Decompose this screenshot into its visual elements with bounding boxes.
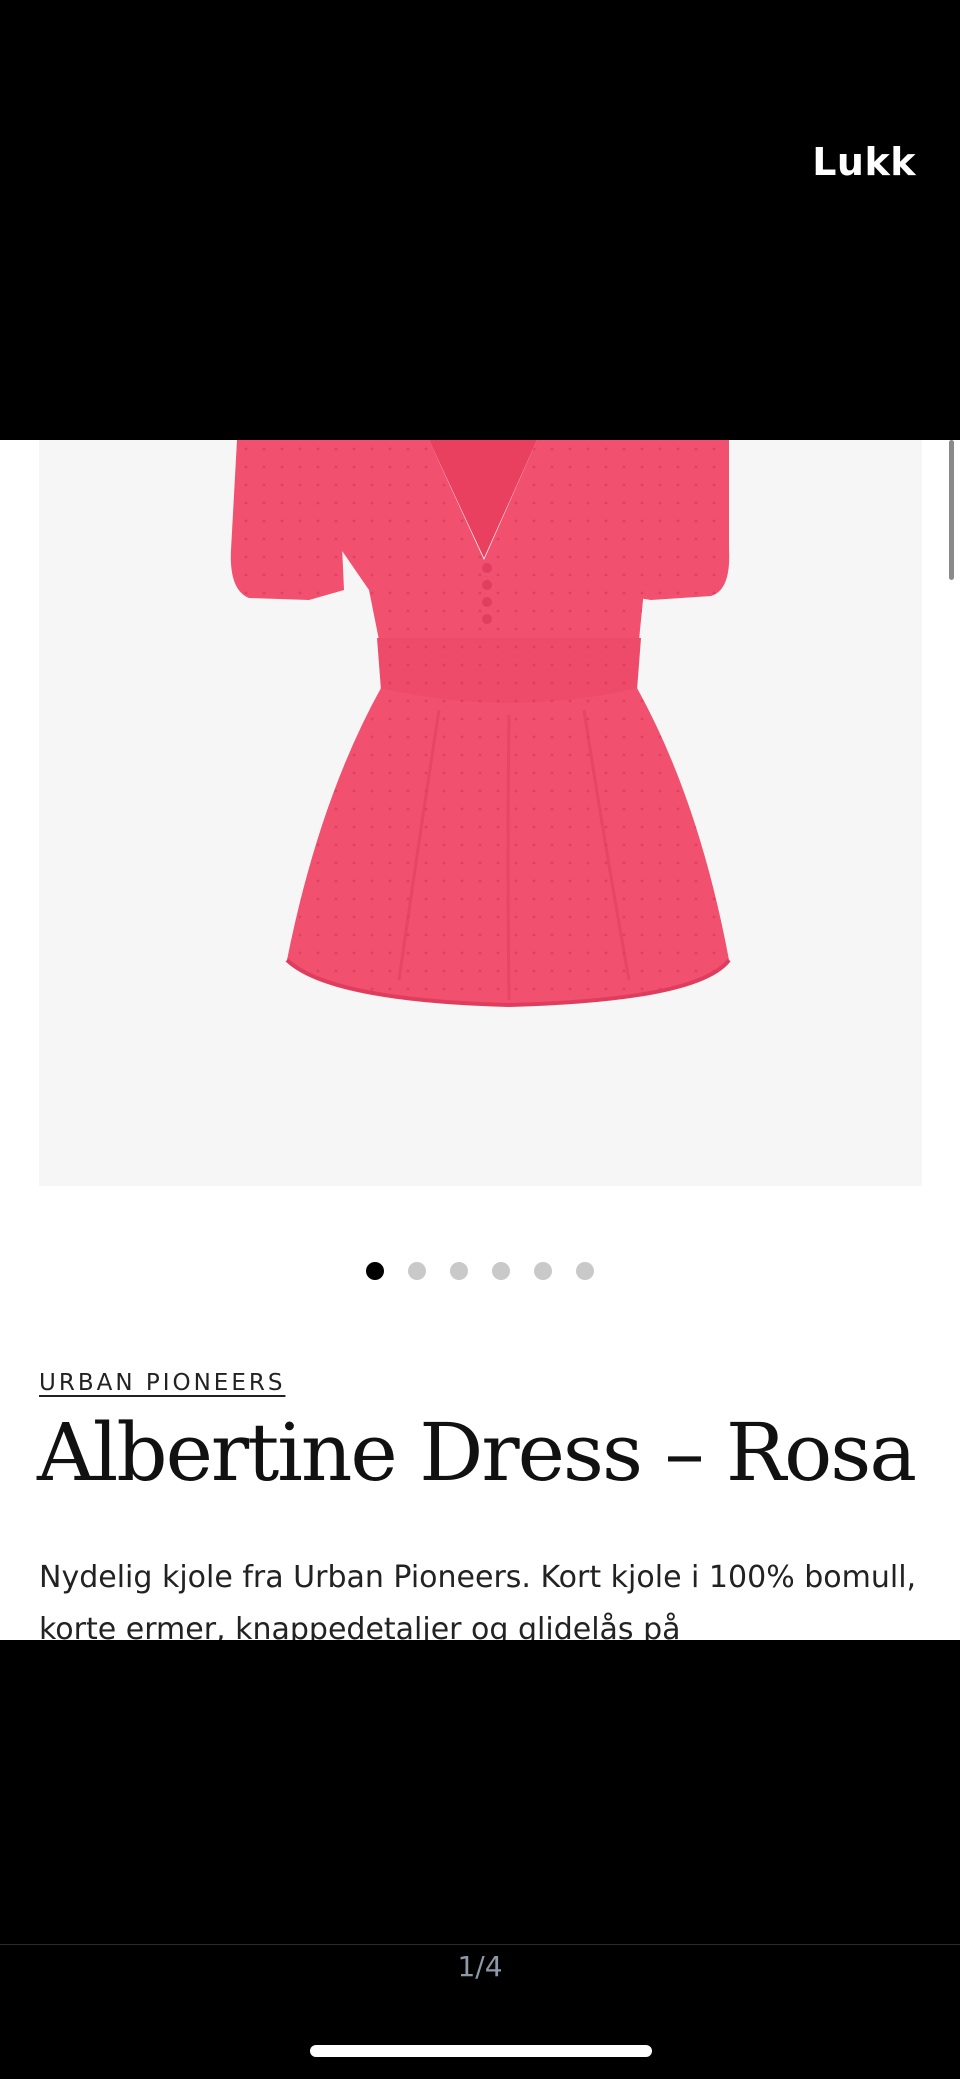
page-counter: 1/4 xyxy=(457,1950,503,1983)
close-button[interactable]: Lukk xyxy=(812,140,916,184)
dress-illustration xyxy=(230,440,731,1008)
carousel-dot-1[interactable] xyxy=(366,1262,384,1280)
product-page[interactable]: URBAN PIONEERS Albertine Dress – Rosa Ny… xyxy=(0,440,960,1640)
product-description: Nydelig kjole fra Urban Pioneers. Kort k… xyxy=(39,1560,917,1640)
viewer-bottom-bar: 1/4 xyxy=(0,1640,960,2079)
brand-link[interactable]: URBAN PIONEERS xyxy=(39,1370,285,1396)
viewer-top-bar: Lukk xyxy=(0,0,960,440)
carousel-dot-3[interactable] xyxy=(450,1262,468,1280)
scrollbar[interactable] xyxy=(949,440,954,580)
carousel-dot-5[interactable] xyxy=(534,1262,552,1280)
carousel-dot-4[interactable] xyxy=(492,1262,510,1280)
divider xyxy=(0,1944,960,1945)
carousel-dot-6[interactable] xyxy=(576,1262,594,1280)
carousel-dot-2[interactable] xyxy=(408,1262,426,1280)
product-image[interactable] xyxy=(39,440,922,1186)
image-carousel-dots xyxy=(0,1262,960,1282)
home-indicator[interactable] xyxy=(310,2045,652,2057)
product-title: Albertine Dress – Rosa xyxy=(37,1406,917,1499)
